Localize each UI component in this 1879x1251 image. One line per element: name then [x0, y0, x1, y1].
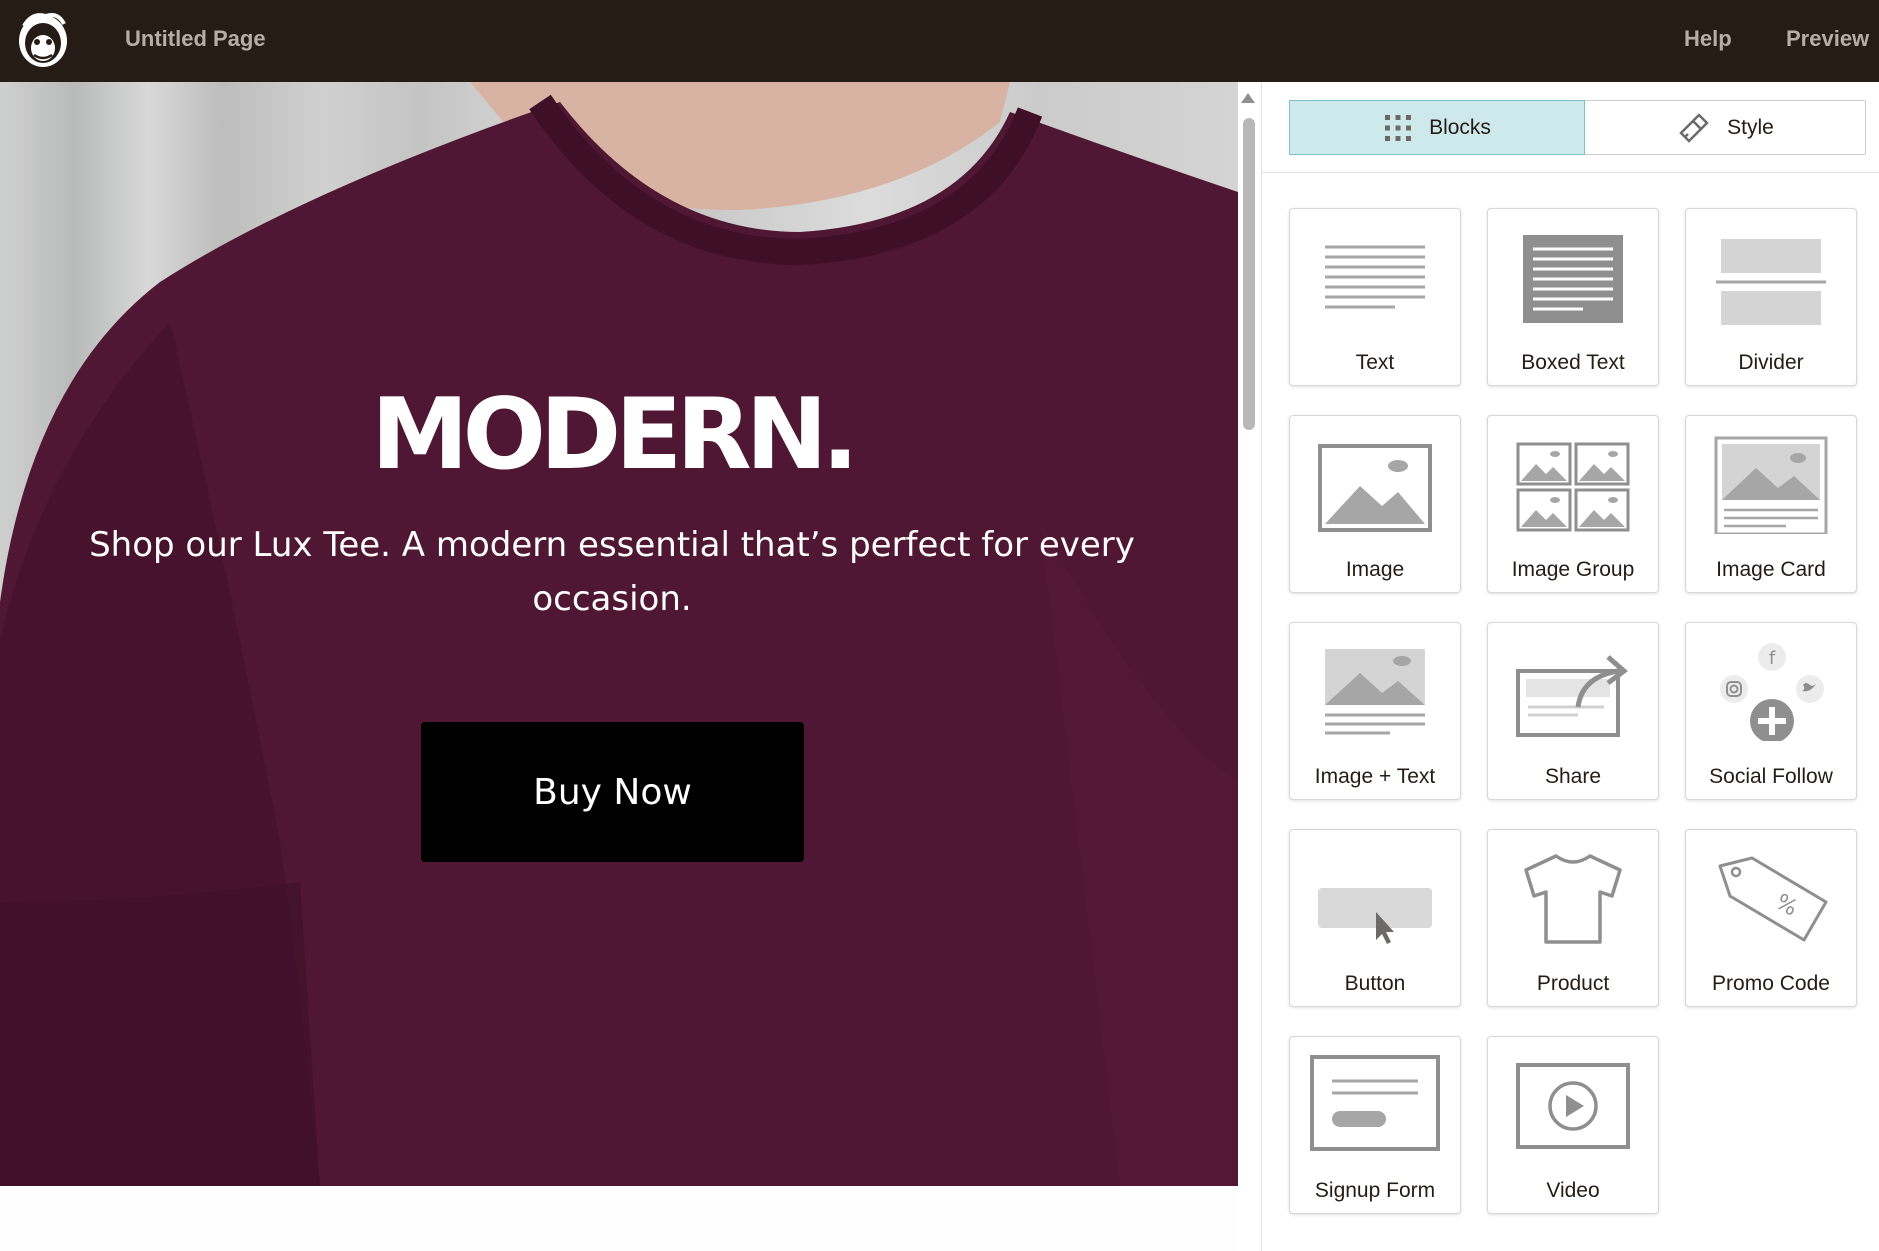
- hero-title[interactable]: MODERN.: [0, 378, 1224, 492]
- block-label: Product: [1536, 972, 1610, 995]
- block-label: Boxed Text: [1521, 351, 1625, 374]
- block-image-text[interactable]: Image + Text: [1289, 622, 1461, 800]
- block-social-follow[interactable]: f Social Follow: [1685, 622, 1857, 800]
- block-label: Image Card: [1716, 558, 1826, 581]
- block-product[interactable]: Product: [1487, 829, 1659, 1007]
- divider-icon: [1716, 239, 1826, 325]
- signup-form-icon: [1310, 1055, 1440, 1151]
- block-label: Text: [1355, 351, 1395, 374]
- help-link[interactable]: Help: [1684, 26, 1732, 52]
- svg-text:f: f: [1769, 648, 1776, 669]
- image-text-icon: [1325, 649, 1425, 735]
- hero-image: [0, 82, 1238, 1186]
- tshirt-icon: [1524, 854, 1622, 944]
- block-label: Social Follow: [1709, 765, 1833, 788]
- page-canvas[interactable]: MODERN. Shop our Lux Tee. A modern essen…: [0, 82, 1238, 1186]
- paint-brush-icon: [1679, 112, 1709, 143]
- text-block-icon: [1325, 245, 1425, 309]
- boxed-text-icon: [1523, 235, 1623, 323]
- promo-tag-icon: %: [1718, 856, 1828, 942]
- scroll-up-icon[interactable]: [1241, 93, 1255, 103]
- panel-tabs: Blocks Style: [1289, 100, 1866, 155]
- block-label: Image: [1345, 558, 1405, 581]
- block-image[interactable]: Image: [1289, 415, 1461, 593]
- video-play-icon: [1516, 1063, 1630, 1149]
- block-label: Button: [1344, 972, 1406, 995]
- block-label: Divider: [1738, 351, 1804, 374]
- image-card-icon: [1714, 436, 1828, 534]
- block-text[interactable]: Text: [1289, 208, 1461, 386]
- mailchimp-logo-icon[interactable]: [14, 8, 72, 70]
- block-share[interactable]: Share: [1487, 622, 1659, 800]
- share-icon: [1516, 655, 1628, 737]
- tab-blocks[interactable]: Blocks: [1289, 100, 1585, 155]
- blocks-grid: Text Boxed Text Divider Image Image Grou…: [1289, 208, 1866, 1214]
- buy-now-button[interactable]: Buy Now: [421, 722, 804, 862]
- tab-blocks-label: Blocks: [1429, 115, 1491, 139]
- image-icon: [1318, 444, 1432, 532]
- block-button[interactable]: Button: [1289, 829, 1461, 1007]
- page-title[interactable]: Untitled Page: [125, 26, 266, 52]
- block-boxed-text[interactable]: Boxed Text: [1487, 208, 1659, 386]
- block-divider[interactable]: Divider: [1685, 208, 1857, 386]
- scrollbar-thumb[interactable]: [1243, 118, 1255, 430]
- grid-dots-icon: [1385, 114, 1412, 141]
- block-label: Signup Form: [1314, 1179, 1436, 1202]
- tab-style[interactable]: Style: [1585, 101, 1866, 154]
- block-label: Image Group: [1511, 558, 1635, 581]
- social-follow-icon: f: [1720, 643, 1824, 741]
- top-bar: Untitled Page Help Preview: [0, 0, 1879, 82]
- canvas-bottom-area: [0, 1186, 1238, 1251]
- panel-divider: [1262, 172, 1879, 173]
- block-label: Share: [1544, 765, 1602, 788]
- hero-subtitle[interactable]: Shop our Lux Tee. A modern essential tha…: [60, 518, 1164, 626]
- block-image-card[interactable]: Image Card: [1685, 415, 1857, 593]
- block-promo-code[interactable]: % Promo Code: [1685, 829, 1857, 1007]
- block-label: Video: [1546, 1179, 1600, 1202]
- block-image-group[interactable]: Image Group: [1487, 415, 1659, 593]
- tab-style-label: Style: [1727, 115, 1774, 139]
- blocks-panel: Blocks Style Text Boxed Text Divider Ima…: [1261, 82, 1879, 1251]
- block-video[interactable]: Video: [1487, 1036, 1659, 1214]
- block-label: Promo Code: [1712, 972, 1830, 995]
- preview-link[interactable]: Preview: [1786, 26, 1869, 52]
- block-label: Image + Text: [1314, 765, 1436, 788]
- block-signup-form[interactable]: Signup Form: [1289, 1036, 1461, 1214]
- image-group-icon: [1516, 442, 1630, 532]
- button-block-icon: [1318, 888, 1432, 944]
